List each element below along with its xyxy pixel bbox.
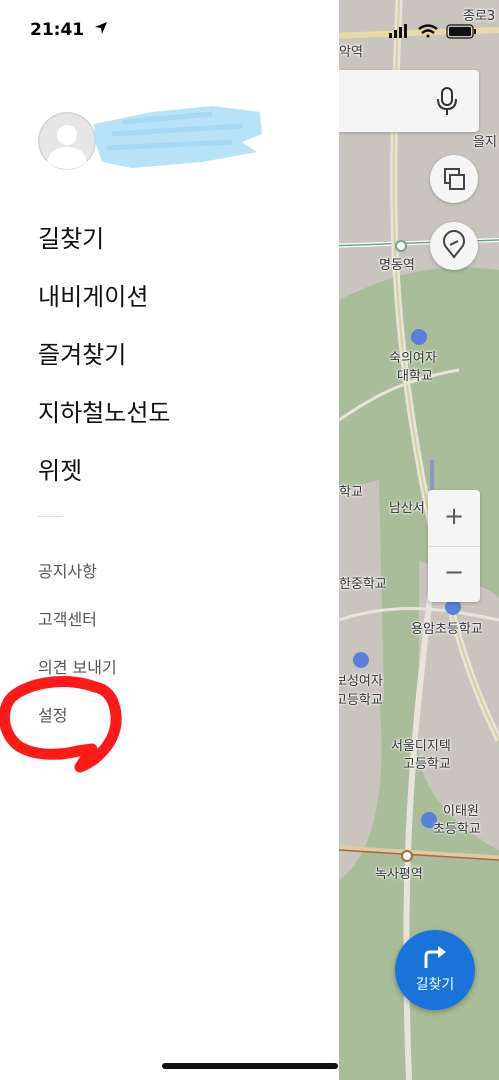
map-label: 남산서 xyxy=(389,501,425,516)
menu-item-subway-map[interactable]: 지하철노선도 xyxy=(38,393,170,428)
location-arrow-icon xyxy=(95,22,108,34)
map-label: 고등학교 xyxy=(403,757,451,772)
menu-divider xyxy=(38,516,62,517)
menu-item-directions[interactable]: 길찾기 xyxy=(38,219,104,254)
map-label: 대학교 xyxy=(397,369,433,384)
map-label: 숙의여자 xyxy=(389,351,437,366)
map-view[interactable]: 종로3 악역 을지 명동역 숙의여자 대학교 학교 남산서 한중학교 용암초등학… xyxy=(339,0,499,1080)
side-drawer: 21:41 길찾기 내비게이션 즐겨찾기 지하철노선도 위젯 공지사항 고객센터… xyxy=(0,0,339,1080)
zoom-control: + − xyxy=(428,490,480,602)
menu-item-customer-center[interactable]: 고객센터 xyxy=(38,606,97,630)
map-label: 학교 xyxy=(339,485,363,500)
battery-icon xyxy=(446,24,476,39)
home-indicator xyxy=(162,1063,338,1069)
map-label: 명동역 xyxy=(379,258,415,273)
map-label: 이태원 xyxy=(443,804,479,819)
wifi-icon xyxy=(418,24,438,38)
username-redacted xyxy=(94,106,262,168)
map-label: 용암초등학교 xyxy=(411,622,483,637)
zoom-out-button[interactable]: − xyxy=(428,558,480,586)
map-label: 고등학교 xyxy=(339,693,383,708)
layers-icon xyxy=(444,168,465,190)
status-time: 21:41 xyxy=(30,20,108,40)
location-pin-icon xyxy=(443,230,465,259)
directions-button[interactable]: 길찾기 xyxy=(395,930,475,1010)
time-text: 21:41 xyxy=(30,20,85,40)
microphone-icon[interactable] xyxy=(435,86,459,116)
map-label: 한중학교 xyxy=(339,577,387,592)
directions-button-label: 길찾기 xyxy=(415,977,455,993)
zoom-divider xyxy=(428,546,480,547)
signal-icon xyxy=(389,24,407,38)
map-label: 악역 xyxy=(339,45,363,60)
location-button[interactable] xyxy=(430,222,478,270)
zoom-in-button[interactable]: + xyxy=(428,502,480,530)
map-label: 초등학교 xyxy=(433,822,481,837)
layers-button[interactable] xyxy=(430,155,478,203)
user-silhouette-icon xyxy=(38,112,96,170)
map-search-box[interactable] xyxy=(339,70,479,132)
map-label: 종로3 xyxy=(463,9,496,24)
menu-item-widget[interactable]: 위젯 xyxy=(38,451,82,486)
map-label: 을지 xyxy=(473,135,497,150)
menu-item-navigation[interactable]: 내비게이션 xyxy=(38,277,148,312)
map-label: 녹사평역 xyxy=(375,867,423,882)
menu-item-notices[interactable]: 공지사항 xyxy=(38,558,97,582)
menu-item-favorites[interactable]: 즐겨찾기 xyxy=(38,335,126,370)
avatar[interactable] xyxy=(38,112,96,170)
map-label: 서울디지텍 xyxy=(391,739,451,754)
status-icons xyxy=(389,24,489,44)
red-circle-annotation xyxy=(0,676,122,773)
map-label: 보성여자 xyxy=(339,674,383,689)
turn-right-arrow-icon xyxy=(424,946,446,968)
